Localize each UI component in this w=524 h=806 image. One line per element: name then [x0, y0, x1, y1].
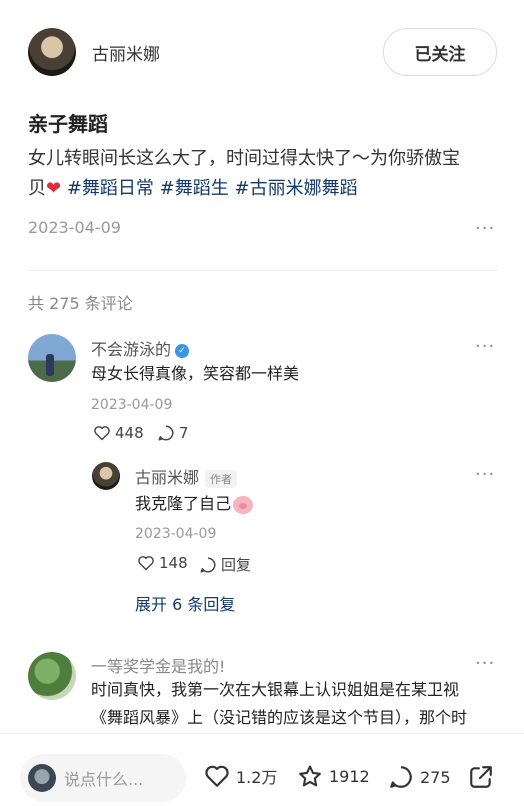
comment-reply-button[interactable]: 7: [157, 424, 189, 442]
comment-bubble-icon: [390, 766, 412, 788]
comment-input-placeholder: 说点什么...: [64, 770, 144, 789]
user-avatar: [28, 764, 56, 792]
heart-icon: [205, 765, 229, 787]
reply-date: 2023-04-09: [135, 526, 217, 542]
comment-text: 母女长得真像，笑容都一样美: [91, 364, 300, 383]
post-body: 女儿转眼间长这么大了，时间过得太快了～为你骄傲宝 贝❤ #舞蹈日常 #舞蹈生 #…: [28, 144, 498, 204]
post-header: 古丽米娜 已关注: [0, 0, 524, 100]
comment-bubble-icon: [158, 425, 174, 441]
more-dots-icon[interactable]: ···: [475, 464, 495, 485]
comment-like-count: 448: [115, 424, 144, 442]
verified-badge-icon: ✓: [175, 343, 190, 358]
divider: [28, 270, 498, 271]
comment-text-line1: 时间真快，我第一次在大银幕上认识姐姐是在某卫视: [91, 680, 460, 699]
post-text-line2-prefix: 贝: [28, 178, 46, 199]
comment-count: 共 275 条评论: [28, 294, 133, 313]
commenter-avatar[interactable]: [28, 334, 76, 382]
comment-bubble-icon: [200, 557, 216, 572]
heart-icon: [94, 426, 110, 441]
expand-replies-link[interactable]: 展开 6 条回复: [135, 591, 235, 615]
hashtag-dance-daily[interactable]: #舞蹈日常: [67, 178, 154, 199]
comment-button[interactable]: 275: [388, 764, 451, 790]
pig-face-emoji-icon: [233, 495, 254, 514]
comment-author[interactable]: 不会游泳的 ✓: [91, 336, 190, 360]
favorite-button[interactable]: 1912: [297, 764, 370, 789]
reply-like-count: 148: [159, 554, 188, 572]
reply-text: 我克隆了自己: [135, 490, 254, 518]
post-text-line1: 女儿转眼间长这么大了，时间过得太快了～为你骄傲宝: [28, 148, 460, 169]
heart-icon: [138, 556, 154, 571]
reply-text-content: 我克隆了自己: [135, 494, 232, 513]
comment-like-button[interactable]: 448: [93, 424, 144, 442]
commenter-avatar[interactable]: [28, 652, 76, 700]
post-date: 2023-04-09: [28, 218, 121, 237]
share-button[interactable]: [468, 764, 494, 790]
comment-text: 时间真快，我第一次在大银幕上认识姐姐是在某卫视 《舞蹈风暴》上（没记错的应该是这…: [91, 676, 501, 732]
share-icon: [470, 766, 492, 788]
more-dots-icon[interactable]: ···: [475, 218, 495, 239]
reply-author-avatar[interactable]: [92, 462, 120, 490]
post-title: 亲子舞蹈: [28, 112, 108, 136]
reply-like-button[interactable]: 148: [137, 554, 188, 572]
reply-author[interactable]: 古丽米娜 作者: [135, 464, 238, 488]
bottom-action-bar: 说点什么... 1.2万 1912 275: [0, 733, 524, 806]
comment-text-line2: 《舞蹈风暴》上（没记错的应该是这个节目），那个时: [91, 708, 468, 727]
comment-date: 2023-04-09: [91, 397, 173, 413]
more-dots-icon[interactable]: ···: [475, 653, 495, 674]
star-icon: [299, 765, 321, 787]
favorite-count: 1912: [329, 767, 370, 786]
like-count: 1.2万: [236, 768, 278, 787]
comment-author-name[interactable]: 一等奖学金是我的!: [91, 653, 225, 677]
follow-button[interactable]: 已关注: [383, 28, 497, 76]
hashtag-gulimina-dance[interactable]: #古丽米娜舞蹈: [234, 178, 357, 199]
author-name[interactable]: 古丽米娜: [92, 40, 160, 65]
comment-input[interactable]: 说点什么...: [20, 754, 186, 802]
reply-reply-label: 回复: [221, 556, 252, 574]
hashtag-dance-student[interactable]: #舞蹈生: [160, 178, 229, 199]
author-avatar[interactable]: [28, 28, 76, 76]
comment-count-bottom: 275: [420, 767, 451, 787]
author-tag: 作者: [205, 469, 238, 488]
comment-author-name[interactable]: 不会游泳的: [91, 340, 171, 359]
red-heart-emoji-icon: ❤: [46, 178, 62, 199]
reply-author-name[interactable]: 古丽米娜: [135, 468, 199, 487]
reply-reply-button[interactable]: 回复: [199, 554, 251, 575]
like-button[interactable]: 1.2万: [204, 764, 277, 788]
comment-reply-count: 7: [179, 424, 189, 442]
more-dots-icon[interactable]: ···: [475, 336, 495, 357]
